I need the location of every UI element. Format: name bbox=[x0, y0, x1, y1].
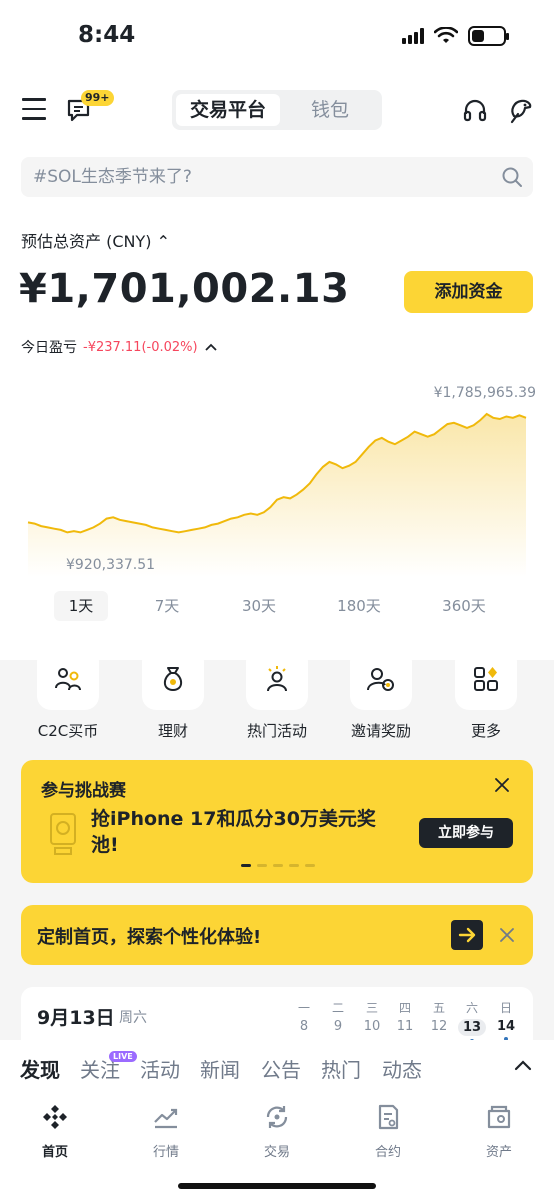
market-icon bbox=[154, 1108, 178, 1129]
search-bar[interactable] bbox=[21, 157, 533, 197]
tab-exchange[interactable]: 交易平台 bbox=[176, 94, 280, 126]
shortcut-label: 更多 bbox=[470, 722, 501, 740]
nav-futures[interactable]: 合约 bbox=[343, 1102, 433, 1160]
chevron-up-icon bbox=[204, 343, 217, 351]
notification-badge: 99+ bbox=[81, 90, 114, 106]
nav-label: 首页 bbox=[41, 1145, 68, 1160]
status-time: 8:44 bbox=[78, 22, 136, 48]
pnl-value: -¥237.11(-0.02%) bbox=[83, 339, 198, 355]
nav-label: 交易 bbox=[263, 1145, 290, 1160]
nav-label: 行情 bbox=[152, 1145, 179, 1160]
promo-banner[interactable]: 参与挑战赛 抢iPhone 17和瓜分30万美元奖池! 立即参与 bbox=[21, 760, 533, 883]
shortcut-earn[interactable]: 理财 bbox=[121, 648, 225, 741]
calendar-day-today[interactable]: 六 13 bbox=[458, 999, 486, 1043]
status-icons bbox=[402, 26, 509, 46]
home-logo-icon bbox=[43, 1105, 67, 1129]
signal-icon bbox=[402, 28, 424, 44]
tab-news[interactable]: 新闻 bbox=[200, 1054, 240, 1083]
arrow-right-icon bbox=[458, 927, 476, 943]
total-assets-value: ¥1,701,002.13 bbox=[19, 266, 350, 312]
tab-discover[interactable]: 发现 bbox=[20, 1054, 60, 1083]
calendar-day[interactable]: 二9 bbox=[324, 999, 352, 1034]
calendar-date: 9月13日 bbox=[37, 1007, 115, 1029]
futures-icon bbox=[378, 1104, 399, 1130]
close-icon[interactable] bbox=[493, 776, 511, 794]
calendar-day[interactable]: 日 14 bbox=[492, 999, 520, 1041]
feed-tabs: 发现 关注 LIVE 活动 新闻 公告 热门 动态 bbox=[0, 1040, 554, 1094]
shortcut-label: 热门活动 bbox=[246, 722, 307, 740]
nav-trade[interactable]: 交易 bbox=[232, 1102, 322, 1160]
home-indicator bbox=[178, 1183, 376, 1189]
range-180d[interactable]: 180天 bbox=[330, 591, 388, 621]
nav-label: 合约 bbox=[374, 1145, 401, 1160]
estimated-assets-label[interactable]: 预估总资产 (CNY) ⌃ bbox=[21, 228, 170, 252]
users-icon bbox=[55, 668, 81, 691]
calendar-day[interactable]: 一8 bbox=[290, 999, 318, 1034]
wifi-icon bbox=[434, 27, 458, 43]
shortcut-referral[interactable]: 邀请奖励 bbox=[329, 648, 433, 741]
customize-text: 定制首页，探索个性化体验! bbox=[37, 927, 262, 948]
platform-switch: 交易平台 钱包 bbox=[172, 90, 382, 130]
nav-home[interactable]: 首页 bbox=[10, 1102, 100, 1160]
range-360d[interactable]: 360天 bbox=[434, 591, 494, 621]
status-bar: 8:44 bbox=[0, 0, 554, 76]
invite-icon bbox=[367, 668, 394, 691]
search-input[interactable] bbox=[21, 157, 481, 197]
range-30d[interactable]: 30天 bbox=[230, 591, 288, 621]
live-badge: LIVE bbox=[109, 1051, 137, 1062]
join-now-button[interactable]: 立即参与 bbox=[419, 818, 513, 848]
shortcut-label: 理财 bbox=[157, 722, 188, 740]
nav-assets[interactable]: 资产 bbox=[454, 1102, 544, 1160]
calendar-day[interactable]: 三 10 bbox=[358, 999, 386, 1034]
wallet-icon bbox=[487, 1105, 511, 1129]
shortcut-label: 邀请奖励 bbox=[350, 722, 411, 740]
tab-updates[interactable]: 动态 bbox=[382, 1054, 422, 1083]
person-sparkle-icon bbox=[267, 666, 287, 692]
asset-chart[interactable] bbox=[0, 372, 554, 582]
tab-activities[interactable]: 活动 bbox=[140, 1054, 180, 1083]
nav-label: 资产 bbox=[485, 1145, 512, 1160]
carousel-dots bbox=[241, 864, 315, 867]
shortcut-grid: C2C买币 理财 热门活动 邀请奖励 更多 bbox=[0, 648, 554, 740]
grid-icon bbox=[474, 667, 498, 691]
header: 99+ 交易平台 钱包 bbox=[0, 88, 554, 132]
customize-home-banner[interactable]: 定制首页，探索个性化体验! bbox=[21, 905, 533, 965]
calendar-day[interactable]: 五 12 bbox=[425, 999, 453, 1034]
battery-icon bbox=[468, 26, 509, 46]
trade-icon bbox=[266, 1106, 288, 1128]
promo-title: 参与挑战赛 bbox=[41, 781, 126, 801]
range-7d[interactable]: 7天 bbox=[140, 591, 194, 621]
money-bag-icon bbox=[163, 667, 183, 692]
pnl-label: 今日盈亏 bbox=[21, 340, 77, 356]
calendar-day[interactable]: 四 11 bbox=[391, 999, 419, 1034]
chart-min-label: ¥920,337.51 bbox=[66, 557, 156, 573]
shortcut-activities[interactable]: 热门活动 bbox=[225, 648, 329, 741]
add-funds-button[interactable]: 添加资金 bbox=[404, 271, 533, 313]
search-icon[interactable] bbox=[501, 166, 523, 188]
chevron-up-icon[interactable] bbox=[514, 1058, 532, 1072]
headset-icon[interactable] bbox=[462, 98, 488, 124]
promo-text: 抢iPhone 17和瓜分30万美元奖池! bbox=[91, 808, 376, 856]
calendar-weekday: 周六 bbox=[119, 1010, 147, 1026]
range-1d[interactable]: 1天 bbox=[54, 591, 108, 621]
tab-hot[interactable]: 热门 bbox=[321, 1054, 361, 1083]
tab-wallet[interactable]: 钱包 bbox=[282, 94, 378, 126]
shortcut-more[interactable]: 更多 bbox=[434, 648, 538, 741]
tab-announcements[interactable]: 公告 bbox=[261, 1054, 301, 1083]
arrow-right-button[interactable] bbox=[451, 920, 483, 950]
today-pnl[interactable]: 今日盈亏 -¥237.11(-0.02%) bbox=[21, 337, 218, 357]
close-icon[interactable] bbox=[499, 927, 515, 943]
time-range-selector: 1天 7天 30天 180天 360天 bbox=[0, 591, 554, 621]
trophy-icon bbox=[50, 813, 76, 855]
bird-icon[interactable] bbox=[506, 96, 534, 124]
chart-area bbox=[28, 414, 526, 577]
menu-icon[interactable] bbox=[22, 98, 46, 122]
shortcut-c2c[interactable]: C2C买币 bbox=[16, 648, 120, 741]
shortcut-label: C2C买币 bbox=[37, 722, 99, 740]
nav-markets[interactable]: 行情 bbox=[121, 1102, 211, 1160]
